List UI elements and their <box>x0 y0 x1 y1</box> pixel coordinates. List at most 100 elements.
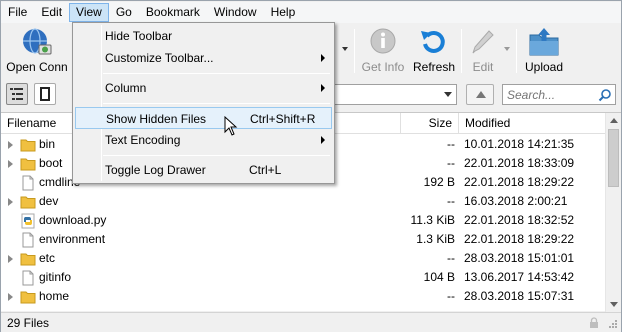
table-row[interactable]: gitinfo 104 B 13.06.2017 14:53:42 <box>1 268 605 287</box>
file-name: bin <box>39 137 56 151</box>
file-size: -- <box>447 137 455 151</box>
file-size: 192 B <box>423 175 455 189</box>
expand-arrow-icon[interactable] <box>8 198 13 206</box>
scroll-up-icon[interactable] <box>610 118 618 123</box>
file-modified: 28.03.2018 15:01:01 <box>464 251 575 265</box>
file-size: -- <box>447 289 455 303</box>
menu-separator <box>103 73 330 74</box>
refresh-label: Refresh <box>412 60 456 74</box>
toolbar-dropdown-arrow[interactable] <box>341 23 349 77</box>
info-icon <box>370 28 396 54</box>
menu-window[interactable]: Window <box>207 3 264 22</box>
menu-item-toggle-log-drawer[interactable]: Toggle Log Drawer Ctrl+L <box>75 159 332 181</box>
file-size: 104 B <box>423 270 455 284</box>
file-modified: 22.01.2018 18:29:22 <box>464 175 575 189</box>
table-row[interactable]: home -- 28.03.2018 15:07:31 <box>1 287 605 306</box>
parent-directory-button[interactable] <box>466 84 494 105</box>
file-modified: 22.01.2018 18:29:22 <box>464 232 575 246</box>
menu-item-hide-toolbar[interactable]: Hide Toolbar <box>75 25 332 47</box>
file-size: -- <box>447 156 455 170</box>
search-input[interactable] <box>503 85 593 104</box>
folder-icon <box>20 139 36 152</box>
file-name: gitinfo <box>39 270 72 284</box>
file-icon <box>22 270 34 286</box>
python-file-icon <box>21 213 35 229</box>
mouse-cursor-icon <box>224 116 238 136</box>
menu-edit[interactable]: Edit <box>34 3 69 22</box>
bookmarks-view-button[interactable] <box>34 83 56 105</box>
edit-dropdown-arrow[interactable] <box>503 23 511 77</box>
view-menu-dropdown: Hide Toolbar Customize Toolbar... Column… <box>72 22 335 184</box>
toolbar-separator <box>516 29 517 73</box>
upload-label: Upload <box>524 60 564 74</box>
edit-label: Edit <box>472 60 494 74</box>
file-name: download.py <box>39 213 107 227</box>
expand-arrow-icon[interactable] <box>8 160 13 168</box>
path-dropdown[interactable] <box>331 84 457 105</box>
menu-separator <box>103 103 330 104</box>
submenu-arrow-icon <box>321 84 325 92</box>
magnifier-icon[interactable] <box>598 88 612 102</box>
menu-item-label: Customize Toolbar... <box>105 51 214 65</box>
browser-view-button[interactable] <box>6 83 28 105</box>
open-connection-button[interactable]: Open Conn <box>5 23 69 77</box>
chevron-down-icon <box>342 47 348 51</box>
file-size: 1.3 KiB <box>416 232 455 246</box>
expand-arrow-icon[interactable] <box>8 293 13 301</box>
table-row[interactable]: etc -- 28.03.2018 15:01:01 <box>1 249 605 268</box>
scroll-down-icon[interactable] <box>610 302 618 307</box>
menu-separator <box>103 155 330 156</box>
file-size: -- <box>447 194 455 208</box>
file-name: environment <box>39 232 106 246</box>
toolbar-separator <box>354 29 355 73</box>
globe-network-icon <box>23 28 52 55</box>
menu-item-label: Text Encoding <box>105 133 181 147</box>
chevron-down-icon <box>444 92 452 97</box>
submenu-arrow-icon <box>321 136 325 144</box>
menu-item-show-hidden-files[interactable]: Show Hidden Files Ctrl+Shift+R <box>75 107 332 129</box>
menu-go[interactable]: Go <box>109 3 139 22</box>
refresh-button[interactable]: Refresh <box>411 23 457 77</box>
menu-bookmark[interactable]: Bookmark <box>139 3 207 22</box>
refresh-arrow-icon <box>421 30 445 53</box>
upload-button[interactable]: Upload <box>520 23 568 77</box>
menu-item-shortcut: Ctrl+L <box>249 163 282 177</box>
file-name: etc <box>39 251 56 265</box>
file-icon <box>22 232 34 248</box>
file-modified: 28.03.2018 15:07:31 <box>464 289 575 303</box>
book-icon <box>40 87 50 101</box>
menu-view[interactable]: View <box>69 3 109 22</box>
open-connection-label: Open Conn <box>6 60 68 74</box>
get-info-label: Get Info <box>361 60 405 74</box>
folder-icon <box>20 196 36 209</box>
file-icon <box>22 175 34 191</box>
edit-button[interactable]: Edit <box>465 23 501 77</box>
status-bar: 29 Files <box>1 312 621 332</box>
search-box <box>502 84 616 105</box>
table-row[interactable]: environment 1.3 KiB 22.01.2018 18:29:22 <box>1 230 605 249</box>
table-row[interactable]: download.py 11.3 KiB 22.01.2018 18:32:52 <box>1 211 605 230</box>
get-info-button[interactable]: Get Info <box>359 23 407 77</box>
menu-item-label: Column <box>105 81 147 95</box>
file-name: dev <box>39 194 59 208</box>
vertical-scrollbar[interactable] <box>605 113 621 312</box>
file-count-status: 29 Files <box>7 316 50 330</box>
file-size: 11.3 KiB <box>410 213 455 227</box>
upload-folder-icon <box>529 28 559 56</box>
column-header-modified[interactable]: Modified <box>459 113 605 134</box>
file-modified: 10.01.2018 14:21:35 <box>464 137 575 151</box>
expand-arrow-icon[interactable] <box>8 255 13 263</box>
table-row[interactable]: dev -- 16.03.2018 2:00:21 <box>1 192 605 211</box>
menu-item-customize-toolbar[interactable]: Customize Toolbar... <box>75 47 332 69</box>
submenu-arrow-icon <box>321 54 325 62</box>
resize-grip-icon[interactable] <box>608 319 618 329</box>
menubar: File Edit View Go Bookmark Window Help <box>1 2 621 23</box>
expand-arrow-icon[interactable] <box>8 141 13 149</box>
scrollbar-thumb[interactable] <box>608 129 619 187</box>
menu-help[interactable]: Help <box>264 3 303 22</box>
menu-file[interactable]: File <box>1 3 34 22</box>
menu-item-column[interactable]: Column <box>75 77 332 99</box>
toolbar-separator <box>461 29 462 73</box>
menu-item-text-encoding[interactable]: Text Encoding <box>75 129 332 151</box>
column-header-size[interactable]: Size <box>401 113 459 134</box>
